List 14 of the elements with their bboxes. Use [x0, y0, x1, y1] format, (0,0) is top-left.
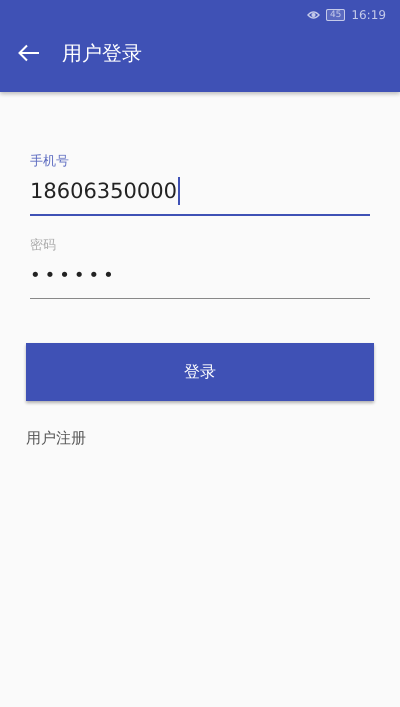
- eye-icon: [306, 10, 320, 20]
- register-link[interactable]: 用户注册: [26, 429, 86, 448]
- login-button[interactable]: 登录: [26, 343, 374, 401]
- status-time: 16:19: [351, 8, 386, 22]
- screen-title: 用户登录: [62, 40, 142, 66]
- field-label: 手机号: [30, 153, 70, 170]
- input-field[interactable]: 密码 ••••••: [30, 236, 370, 299]
- field-value: 18606350000: [30, 179, 177, 203]
- battery-indicator: 45: [326, 9, 346, 21]
- input-field[interactable]: 手机号 18606350000: [30, 152, 370, 216]
- back-button[interactable]: [16, 42, 42, 64]
- text-cursor: [178, 177, 180, 205]
- field-value: ••••••: [30, 264, 118, 286]
- field-label: 密码: [30, 237, 57, 254]
